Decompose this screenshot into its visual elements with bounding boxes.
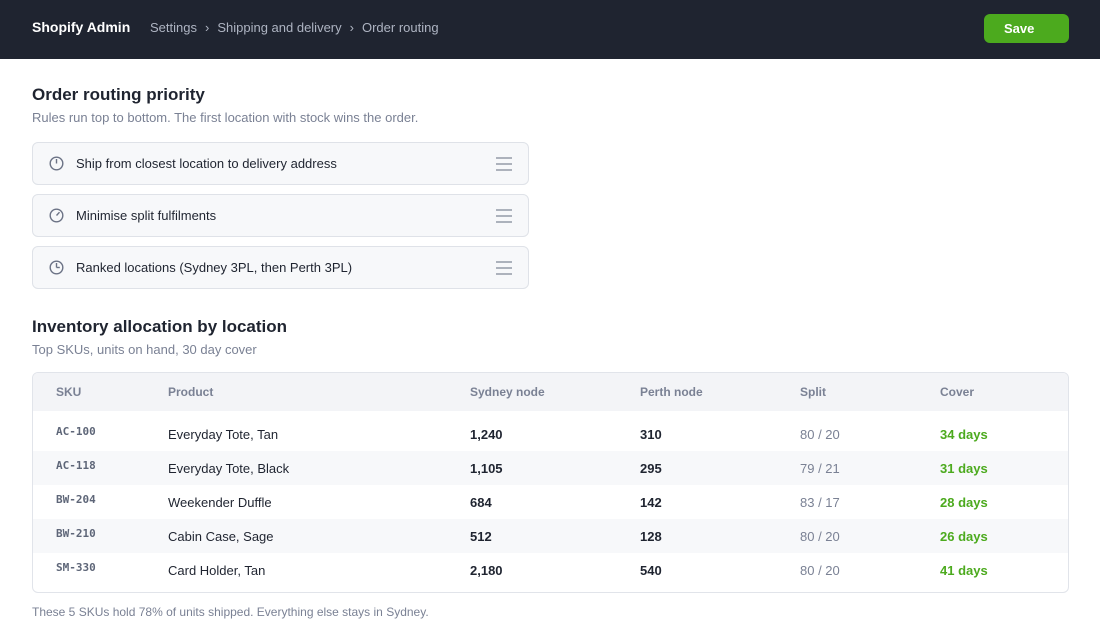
inventory-subtitle: Top SKUs, units on hand, 30 day cover [32, 342, 257, 357]
breadcrumb-separator: › [349, 20, 354, 35]
clock-icon [49, 156, 64, 171]
inventory-table: SKU Product Sydney node Perth node Split… [32, 372, 1069, 593]
column-header-split[interactable]: Split [800, 385, 826, 399]
sydney-cell: 684 [470, 495, 492, 510]
routing-rule[interactable]: Ranked locations (Sydney 3PL, then Perth… [32, 246, 529, 289]
perth-cell: 540 [640, 563, 662, 578]
routing-rule[interactable]: Minimise split fulfilments [32, 194, 529, 237]
sku-cell: BW-204 [56, 493, 96, 506]
routing-rule-label: Ranked locations (Sydney 3PL, then Perth… [76, 260, 353, 275]
breadcrumb-order-routing: Order routing [361, 20, 439, 35]
split-cell: 80 / 20 [800, 427, 840, 442]
perth-cell: 310 [640, 427, 662, 442]
cover-cell: 26 days [940, 529, 988, 544]
save-button[interactable]: Save [984, 14, 1069, 43]
breadcrumb-shipping[interactable]: Shipping and delivery [217, 20, 341, 35]
table-row[interactable]: AC-118 Everyday Tote, Black 1,105 295 79… [33, 451, 1068, 485]
perth-cell: 142 [640, 495, 662, 510]
sku-cell: AC-100 [56, 425, 96, 438]
top-bar: Shopify Admin Settings › Shipping and de… [0, 0, 1100, 59]
perth-cell: 295 [640, 461, 662, 476]
routing-rule[interactable]: Ship from closest location to delivery a… [32, 142, 529, 185]
sku-cell: SM-330 [56, 561, 96, 574]
cover-cell: 41 days [940, 563, 988, 578]
column-header-sydney[interactable]: Sydney node [470, 385, 545, 399]
sku-cell: BW-210 [56, 527, 96, 540]
clock-icon [49, 260, 64, 275]
cover-cell: 31 days [940, 461, 988, 476]
table-row[interactable]: SM-330 Card Holder, Tan 2,180 540 80 / 2… [33, 553, 1068, 587]
routing-title: Order routing priority [32, 85, 205, 104]
sku-cell: AC-118 [56, 459, 96, 472]
split-cell: 80 / 20 [800, 563, 840, 578]
table-row[interactable]: AC-100 Everyday Tote, Tan 1,240 310 80 /… [33, 417, 1068, 451]
inventory-title: Inventory allocation by location [32, 317, 288, 336]
column-header-cover[interactable]: Cover [940, 385, 974, 399]
column-header-sku[interactable]: SKU [56, 385, 81, 399]
perth-cell: 128 [640, 529, 662, 544]
sydney-cell: 1,105 [470, 461, 503, 476]
table-row[interactable]: BW-210 Cabin Case, Sage 512 128 80 / 20 … [33, 519, 1068, 553]
product-cell: Everyday Tote, Black [168, 461, 290, 476]
drag-handle-icon[interactable] [495, 207, 513, 225]
cover-cell: 34 days [940, 427, 988, 442]
split-cell: 79 / 21 [800, 461, 840, 476]
sydney-cell: 512 [470, 529, 492, 544]
table-row[interactable]: BW-204 Weekender Duffle 684 142 83 / 17 … [33, 485, 1068, 519]
product-cell: Cabin Case, Sage [168, 529, 274, 544]
column-header-product[interactable]: Product [168, 385, 213, 399]
column-header-perth[interactable]: Perth node [640, 385, 703, 399]
sydney-cell: 1,240 [470, 427, 503, 442]
breadcrumb-settings[interactable]: Settings [150, 20, 197, 35]
split-cell: 83 / 17 [800, 495, 840, 510]
drag-handle-icon[interactable] [495, 259, 513, 277]
routing-subtitle: Rules run top to bottom. The first locat… [32, 110, 419, 125]
cover-cell: 28 days [940, 495, 988, 510]
app-brand[interactable]: Shopify Admin [32, 19, 130, 35]
split-cell: 80 / 20 [800, 529, 840, 544]
routing-rule-label: Minimise split fulfilments [76, 208, 217, 223]
product-cell: Weekender Duffle [168, 495, 272, 510]
sydney-cell: 2,180 [470, 563, 503, 578]
clock-icon [49, 208, 64, 223]
product-cell: Everyday Tote, Tan [168, 427, 279, 442]
drag-handle-icon[interactable] [495, 155, 513, 173]
inventory-footnote: These 5 SKUs hold 78% of units shipped. … [32, 605, 429, 619]
product-cell: Card Holder, Tan [168, 563, 266, 578]
breadcrumb-separator: › [204, 20, 210, 35]
table-header: SKU Product Sydney node Perth node Split… [33, 373, 1068, 411]
breadcrumb: Settings › Shipping and delivery › Order… [150, 20, 439, 35]
routing-rule-label: Ship from closest location to delivery a… [76, 156, 337, 171]
